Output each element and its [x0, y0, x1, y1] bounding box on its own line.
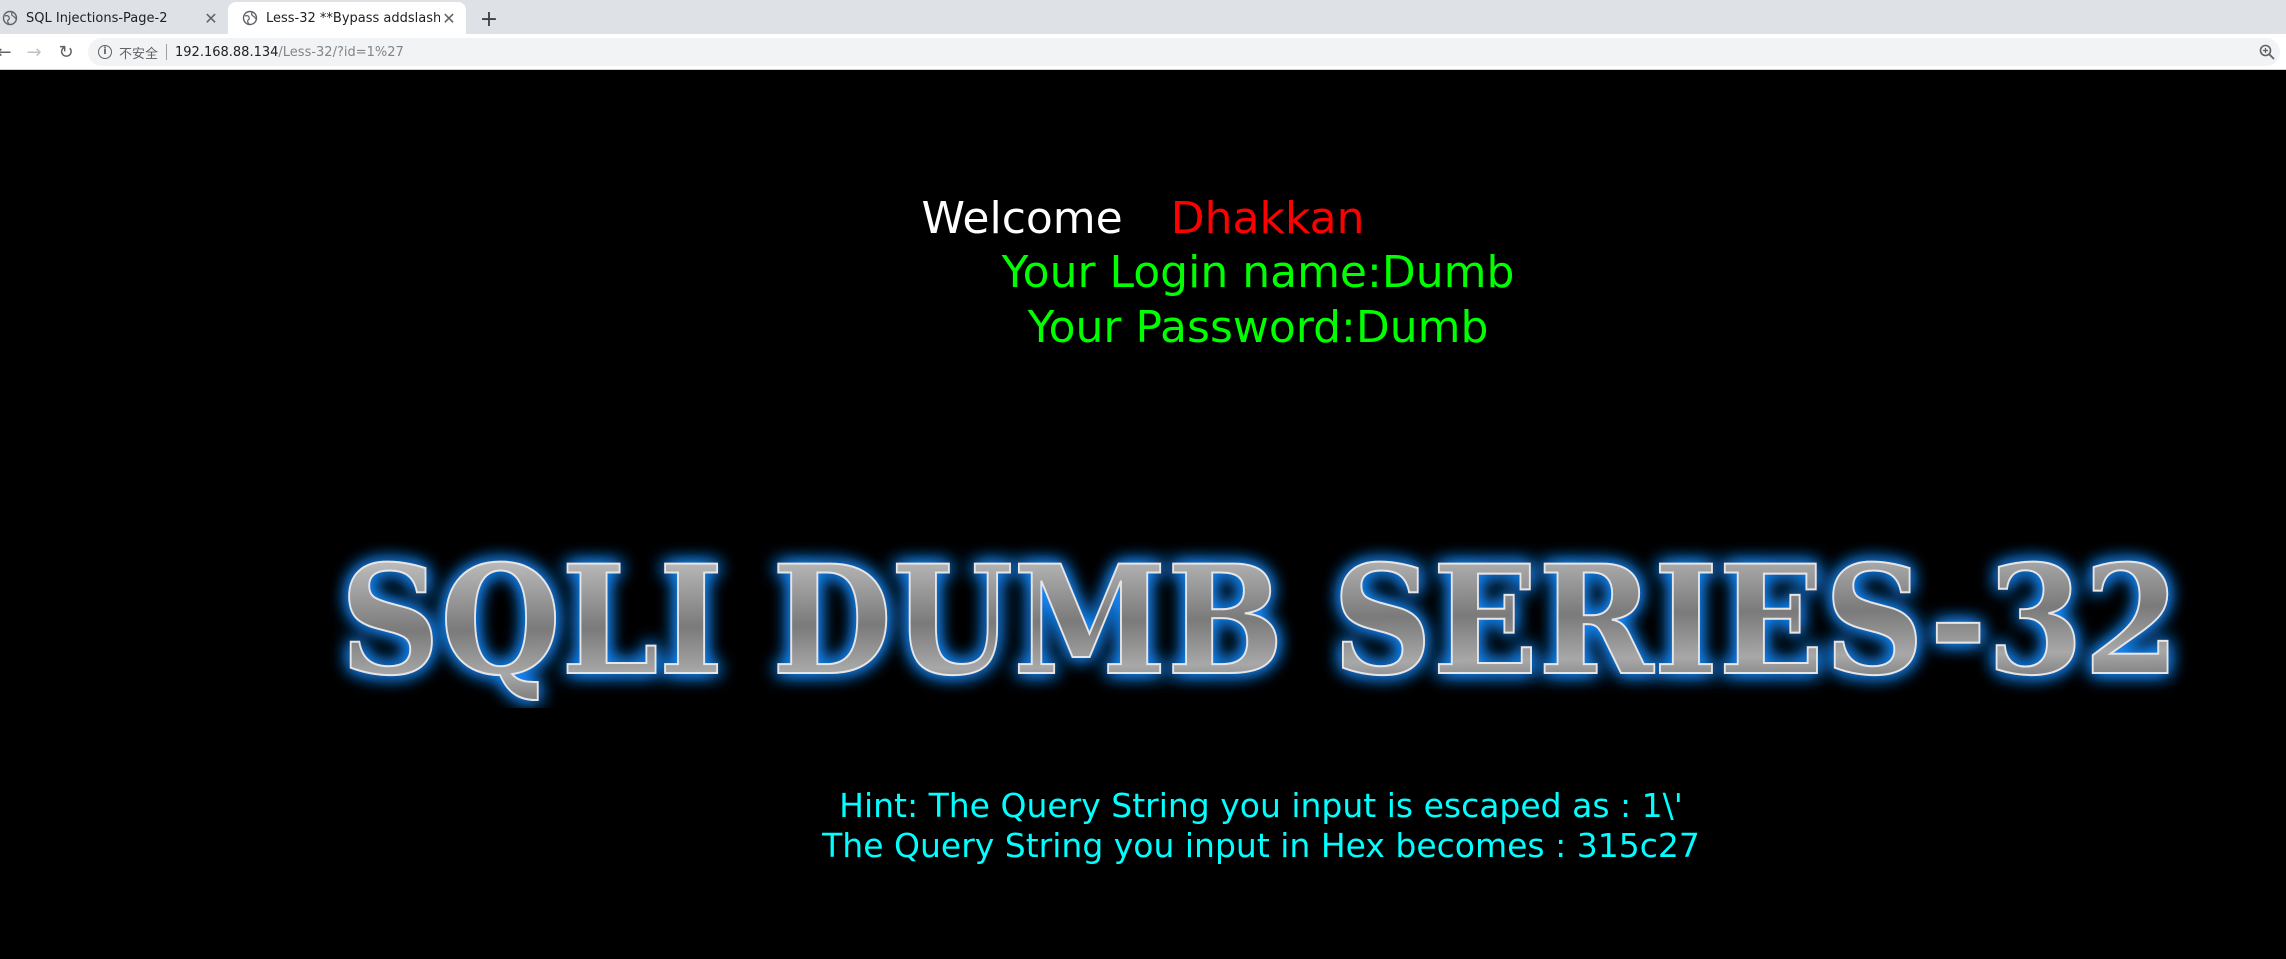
close-icon[interactable]: ✕: [202, 9, 220, 28]
banner-text: SQLI DUMB SERIES-32: [340, 533, 2180, 708]
hint-hex-text: The Query String you input in Hex become…: [822, 826, 1700, 865]
address-bar[interactable]: i 不安全 192.168.88.134 /Less-32/?id=1%27: [88, 38, 2280, 66]
forward-arrow-icon[interactable]: →: [22, 40, 46, 64]
tab-strip: SQL Injections-Page-2 ✕ Less-32 **Bypass…: [0, 0, 2286, 34]
globe-icon: [242, 10, 258, 26]
info-icon[interactable]: i: [98, 45, 112, 59]
globe-icon: [2, 10, 18, 26]
back-arrow-icon[interactable]: ←: [0, 40, 16, 64]
tab-less-32[interactable]: Less-32 **Bypass addslashes() ✕: [228, 2, 466, 34]
sqli-dumb-series-banner: SQLI DUMB SERIES-32: [339, 532, 2181, 708]
plus-icon[interactable]: +: [476, 6, 502, 32]
url-path[interactable]: /Less-32/?id=1%27: [278, 45, 403, 60]
browser-toolbar: ← → ↻ i 不安全 192.168.88.134 /Less-32/?id=…: [0, 34, 2286, 70]
welcome-label: Welcome: [921, 193, 1123, 244]
url-host[interactable]: 192.168.88.134: [175, 45, 278, 60]
page-content: Welcome Dhakkan Your Login name:Dumb Your…: [0, 70, 2286, 959]
tab-title: Less-32 **Bypass addslashes(): [266, 10, 440, 26]
welcome-name: Dhakkan: [1170, 193, 1365, 244]
welcome-line: Welcome Dhakkan: [0, 192, 2286, 246]
login-name-text: Your Login name:Dumb: [1001, 247, 1515, 298]
security-label[interactable]: 不安全: [119, 43, 158, 62]
address-divider: [166, 44, 168, 60]
zoom-icon[interactable]: [2258, 43, 2276, 61]
tab-title: SQL Injections-Page-2: [26, 10, 168, 26]
hint-escaped-text: Hint: The Query String you input is esca…: [839, 786, 1683, 825]
close-icon[interactable]: ✕: [440, 9, 458, 28]
password-text: Your Password:Dumb: [1027, 302, 1489, 353]
tab-sql-injections-page-2[interactable]: SQL Injections-Page-2 ✕: [0, 2, 228, 34]
reload-icon[interactable]: ↻: [54, 40, 78, 64]
